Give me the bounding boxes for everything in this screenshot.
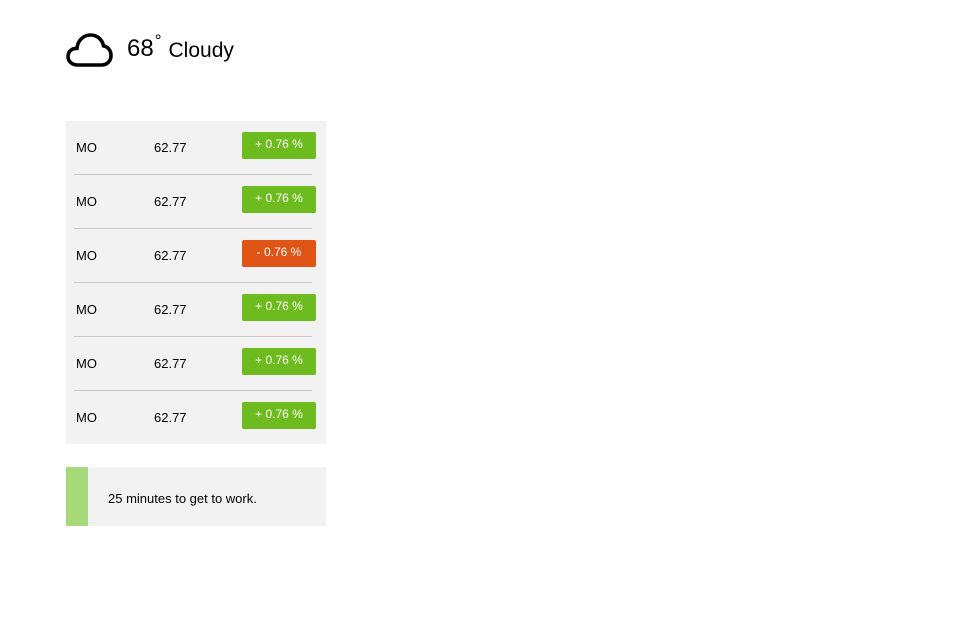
commute-card: 25 minutes to get to work. [66,467,326,526]
stock-symbol: MO [76,248,97,263]
weather-condition: Cloudy [168,38,234,62]
stock-price: 62.77 [154,302,187,317]
temperature: 68° [127,32,162,62]
stock-row: MO 62.77 - 0.76 % [66,229,326,283]
stock-price: 62.77 [154,140,187,155]
stock-price: 62.77 [154,194,187,209]
weather-widget: 68° Cloudy [66,28,234,72]
stock-price: 62.77 [154,410,187,425]
stock-change-badge: + 0.76 % [242,294,316,321]
stock-change-badge: + 0.76 % [242,132,316,159]
stock-change-badge: + 0.76 % [242,348,316,375]
commute-accent-bar [66,467,88,526]
stock-row: MO 62.77 + 0.76 % [66,175,326,229]
stock-symbol: MO [76,302,97,317]
stock-row: MO 62.77 + 0.76 % [66,337,326,391]
temperature-value: 68 [127,35,154,62]
stock-symbol: MO [76,140,97,155]
stock-symbol: MO [76,410,97,425]
stock-row: MO 62.77 + 0.76 % [66,391,326,445]
stock-change-badge: + 0.76 % [242,186,316,213]
stock-change-badge: + 0.76 % [242,402,316,429]
degree-symbol: ° [154,31,162,50]
stock-price: 62.77 [154,356,187,371]
stock-symbol: MO [76,356,97,371]
stock-list: MO 62.77 + 0.76 % MO 62.77 + 0.76 % MO 62.77 - 0… [66,121,326,444]
commute-message: 25 minutes to get to work. [108,491,257,506]
stock-change-badge: - 0.76 % [242,240,316,267]
stock-price: 62.77 [154,248,187,263]
stock-row: MO 62.77 + 0.76 % [66,283,326,337]
stock-row: MO 62.77 + 0.76 % [66,121,326,175]
stock-symbol: MO [76,194,97,209]
cloud-icon [66,33,113,67]
